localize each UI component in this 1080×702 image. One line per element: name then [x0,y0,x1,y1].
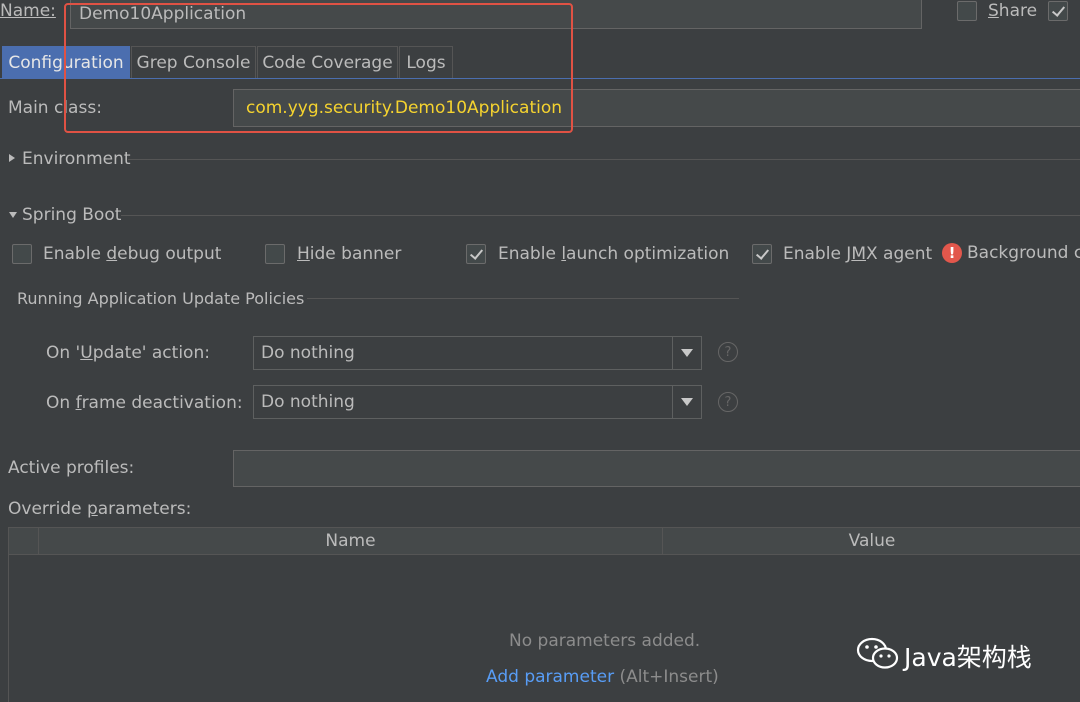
update-action-label: On 'Update' action: [46,343,210,363]
allow-parallel-checkbox[interactable] [1048,1,1068,21]
frame-deactivation-select[interactable]: Do nothing [253,385,702,419]
column-header-name[interactable]: Name [39,528,662,554]
enable-debug-output-checkbox[interactable] [12,244,32,264]
spring-boot-divider [121,215,1080,216]
active-profiles-label: Active profiles: [8,458,135,478]
environment-header[interactable]: Environment [22,149,131,169]
warning-icon: ! [942,243,962,263]
empty-table-text: No parameters added. [509,631,701,651]
frame-deactivation-label: On frame deactivation: [46,393,243,413]
chevron-down-icon[interactable] [672,386,701,418]
table-header: Name Value [9,528,1080,555]
add-parameter-link[interactable]: Add parameter [486,667,614,687]
add-parameter-shortcut: (Alt+Insert) [619,667,719,687]
enable-jmx-agent-checkbox[interactable] [752,244,772,264]
add-parameter-row: Add parameter (Alt+Insert) [486,667,719,687]
hide-banner-checkbox[interactable] [265,244,285,264]
update-action-select[interactable]: Do nothing [253,336,702,370]
expand-icon[interactable] [9,154,15,162]
enable-debug-output-label: Enable debug output [43,244,222,264]
help-icon[interactable]: ? [718,342,738,362]
spring-boot-header[interactable]: Spring Boot [22,205,121,225]
environment-divider [128,159,1080,160]
active-profiles-input[interactable] [233,450,1080,487]
highlight-box [64,3,573,133]
update-policies-title: Running Application Update Policies [17,289,305,308]
background-compilation-label: Background c [967,243,1080,263]
chevron-down-icon[interactable] [672,337,701,369]
override-parameters-table: Name Value No parameters added. Add para… [8,527,1080,702]
frame-deactivation-value: Do nothing [261,392,355,412]
column-header-value[interactable]: Value [663,528,1080,554]
enable-launch-optimization-label: Enable launch optimization [498,244,730,264]
watermark-text: Java架构栈 [904,643,1032,672]
share-checkbox[interactable] [957,1,977,21]
name-label: Name: [0,1,56,21]
update-policies-divider [307,298,739,299]
wechat-icon [856,636,900,672]
collapse-icon[interactable] [9,212,17,218]
hide-banner-label: Hide banner [297,244,402,264]
enable-jmx-agent-label: Enable JMX agent [783,244,933,264]
update-action-value: Do nothing [261,343,355,363]
enable-launch-optimization-checkbox[interactable] [466,244,486,264]
share-label: Share [988,1,1038,21]
help-icon[interactable]: ? [718,392,738,412]
override-parameters-label: Override parameters: [8,499,192,519]
